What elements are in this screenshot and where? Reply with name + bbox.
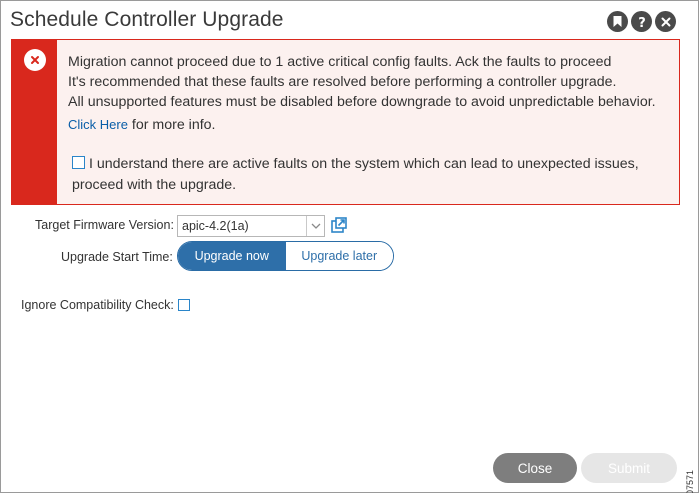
close-icon[interactable] (655, 11, 676, 32)
alert-line: Migration cannot proceed due to 1 active… (68, 54, 612, 70)
ignore-compat-label: Ignore Compatibility Check: (21, 298, 174, 312)
click-here-link[interactable]: Click Here (68, 117, 128, 132)
chevron-down-icon[interactable] (306, 216, 324, 236)
acknowledge-faults: I understand there are active faults on … (72, 154, 671, 196)
upgrade-dialog: Schedule Controller Upgrade ? Migration … (0, 0, 699, 493)
submit-button[interactable]: Submit (581, 453, 677, 483)
start-time-label: Upgrade Start Time: (61, 250, 173, 264)
fault-alert: Migration cannot proceed due to 1 active… (11, 39, 680, 205)
start-time-toggle: Upgrade now Upgrade later (177, 241, 394, 271)
more-info-line: Click Here for more info. (68, 115, 671, 135)
acknowledge-label-cont: proceed with the upgrade. (72, 177, 237, 193)
header-actions: ? (607, 11, 676, 32)
alert-side-bar (12, 40, 57, 204)
upgrade-now-button[interactable]: Upgrade now (178, 242, 286, 270)
alert-line: It's recommended that these faults are r… (68, 74, 617, 90)
more-info-text: for more info. (127, 117, 216, 133)
alert-message: Migration cannot proceed due to 1 active… (68, 52, 671, 135)
upgrade-later-button[interactable]: Upgrade later (285, 242, 393, 270)
svg-text:?: ? (638, 16, 646, 29)
dialog-title: Schedule Controller Upgrade (10, 8, 284, 31)
close-button[interactable]: Close (493, 453, 577, 483)
figure-id: 307571 (685, 470, 695, 493)
firmware-select[interactable]: apic-4.2(1a) (177, 215, 325, 237)
acknowledge-label: I understand there are active faults on … (89, 156, 639, 172)
firmware-value: apic-4.2(1a) (182, 219, 249, 233)
ignore-compat-checkbox[interactable] (178, 299, 190, 311)
error-icon (24, 49, 46, 71)
bookmark-icon[interactable] (607, 11, 628, 32)
alert-line: All unsupported features must be disable… (68, 94, 656, 110)
help-icon[interactable]: ? (631, 11, 652, 32)
acknowledge-checkbox[interactable] (72, 156, 85, 169)
external-link-icon[interactable] (331, 217, 347, 238)
firmware-label: Target Firmware Version: (35, 218, 174, 232)
